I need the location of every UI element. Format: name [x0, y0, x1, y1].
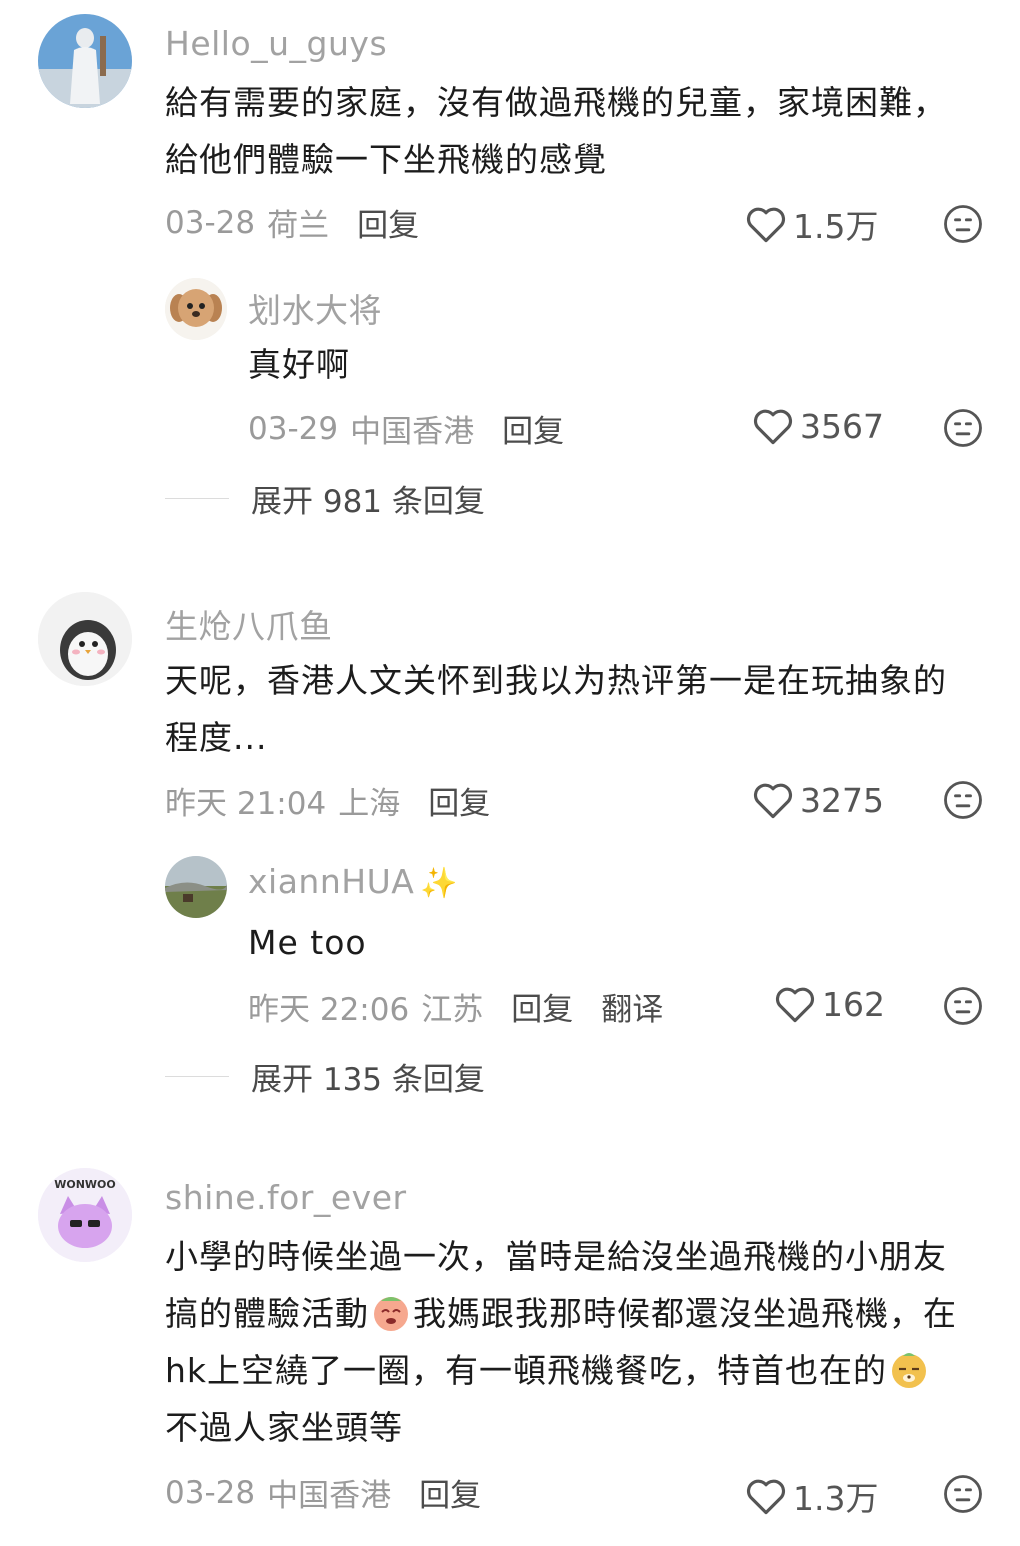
expand-replies-button[interactable]: 展开 135 条回复 — [165, 1054, 485, 1099]
like-button[interactable]: 162 — [774, 984, 885, 1024]
like-count: 3275 — [800, 780, 884, 820]
reply-date: 昨天 22:06 — [248, 992, 410, 1028]
like-count: 1.5万 — [793, 207, 879, 246]
smug-face-emoji-icon — [892, 1353, 927, 1388]
comment-location: 上海 — [338, 786, 401, 822]
comment-meta: 03-28 荷兰 回复 — [165, 200, 419, 245]
neutral-face-icon[interactable] — [943, 408, 983, 448]
heart-outline-icon — [775, 987, 815, 1023]
avatar[interactable] — [165, 856, 227, 918]
neutral-face-icon[interactable] — [943, 1474, 983, 1514]
reply-text: Me too — [248, 923, 367, 962]
avatar[interactable]: WONWOO — [38, 1168, 132, 1262]
comment-date: 03-28 — [165, 204, 256, 241]
divider — [165, 498, 229, 499]
like-button[interactable]: 3275 — [752, 780, 884, 820]
reply-button[interactable]: 回复 — [428, 778, 490, 823]
like-button[interactable]: 1.5万 — [745, 200, 878, 248]
reply-button[interactable]: 回复 — [511, 984, 573, 1029]
heart-outline-icon — [746, 207, 786, 243]
expand-replies-label: 展开 981 条回复 — [251, 484, 485, 520]
reply-date: 03-29 — [248, 410, 339, 447]
neutral-face-icon[interactable] — [943, 204, 983, 244]
comment-text-part3: 不過人家坐頭等 — [165, 1408, 403, 1447]
reply-button[interactable]: 回复 — [502, 406, 564, 451]
expand-replies-label: 展开 135 条回复 — [251, 1062, 485, 1098]
crying-face-emoji-icon — [374, 1297, 408, 1331]
sparkles-icon: ✨ — [420, 866, 459, 901]
neutral-face-icon[interactable] — [943, 780, 983, 820]
reply-location: 中国香港 — [350, 414, 475, 450]
comment-text: 天呢，香港人文关怀到我以为热评第一是在玩抽象的程度... — [165, 661, 947, 757]
reply-text: 真好啊 — [248, 345, 350, 384]
comment-meta: 昨天 21:04 上海 回复 — [165, 778, 490, 823]
comment-username[interactable]: Hello_u_guys — [165, 24, 387, 63]
comment-username[interactable]: 生炝八爪鱼 — [165, 600, 333, 648]
heart-outline-icon — [753, 783, 793, 819]
reply-location: 江苏 — [421, 992, 484, 1028]
expand-replies-button[interactable]: 展开 981 条回复 — [165, 476, 485, 521]
comment-text: 給有需要的家庭，沒有做過飛機的兒童，家境困難，給他們體驗一下坐飛機的感覺 — [165, 83, 947, 179]
comment-date: 03-28 — [165, 1474, 256, 1511]
translate-button[interactable]: 翻译 — [601, 984, 663, 1029]
comment-meta: 03-28 中国香港 回复 — [165, 1470, 481, 1515]
divider — [165, 1076, 229, 1077]
reply-button[interactable]: 回复 — [357, 200, 419, 245]
comment-username[interactable]: shine.for_ever — [165, 1178, 407, 1217]
comment-date: 昨天 21:04 — [165, 786, 327, 822]
heart-outline-icon — [753, 409, 793, 445]
avatar-text: WONWOO — [54, 1178, 116, 1191]
like-button[interactable]: 3567 — [752, 406, 884, 446]
reply-meta: 03-29 中国香港 回复 — [248, 406, 564, 451]
comment-location: 中国香港 — [267, 1478, 392, 1514]
comment-location: 荷兰 — [267, 208, 330, 244]
avatar[interactable] — [38, 14, 132, 108]
heart-outline-icon — [746, 1479, 786, 1515]
avatar[interactable] — [165, 278, 227, 340]
like-count: 1.3万 — [793, 1479, 879, 1518]
reply-username[interactable]: xiannHUA ✨ — [248, 862, 458, 901]
reply-meta: 昨天 22:06 江苏 回复 翻译 — [248, 984, 663, 1029]
avatar[interactable] — [38, 592, 132, 686]
reply-button[interactable]: 回复 — [419, 1470, 481, 1515]
reply-username-text: xiannHUA — [248, 862, 415, 901]
reply-username[interactable]: 划水大将 — [248, 284, 382, 332]
like-count: 3567 — [800, 406, 884, 446]
like-count: 162 — [822, 984, 885, 1024]
neutral-face-icon[interactable] — [943, 986, 983, 1026]
comment-text: 小學的時候坐過一次，當時是給沒坐過飛機的小朋友搞的體驗活動 我媽跟我那時候都還沒坐… — [165, 1228, 965, 1456]
like-button[interactable]: 1.3万 — [745, 1472, 878, 1520]
